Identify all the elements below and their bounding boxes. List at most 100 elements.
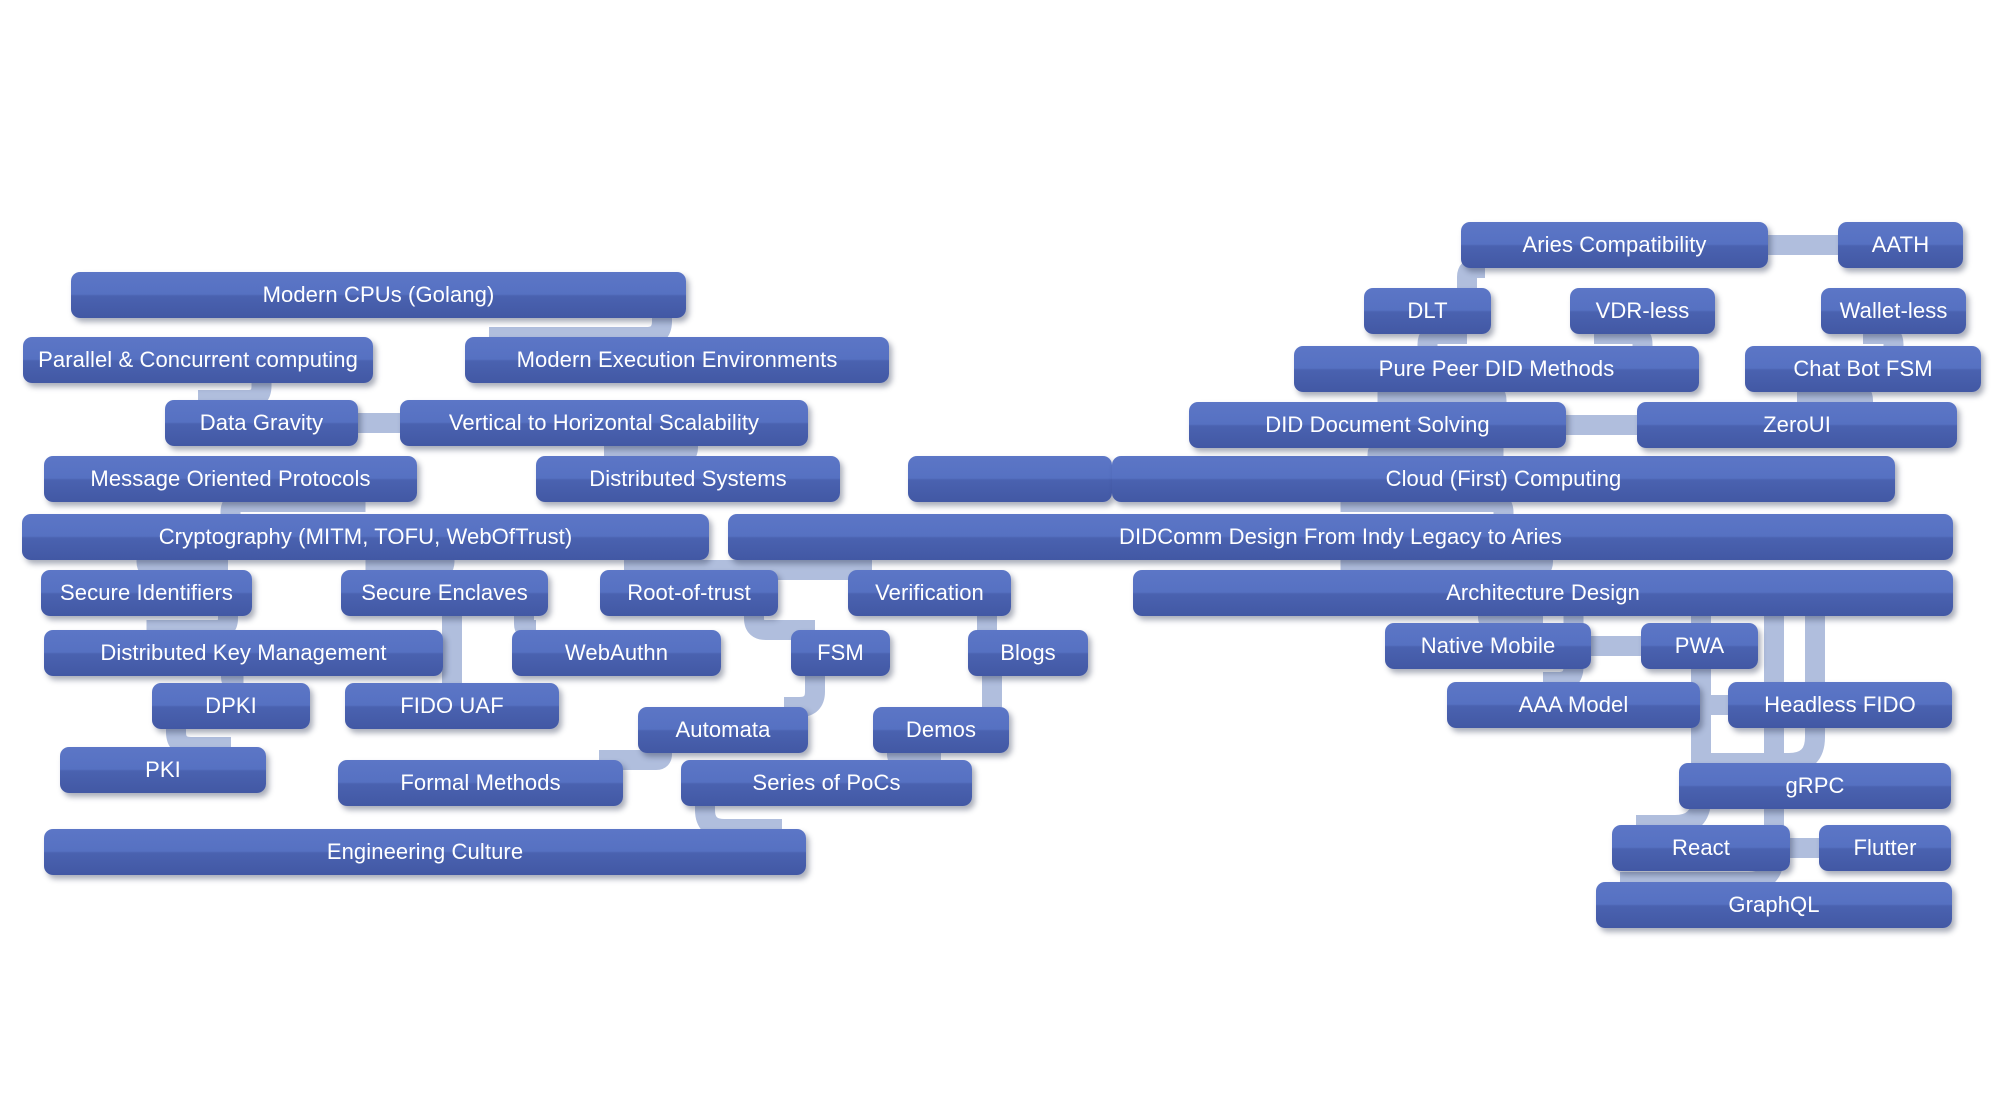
connector bbox=[489, 311, 672, 347]
node-formal-methods[interactable]: Formal Methods bbox=[338, 760, 623, 806]
node-native-mobile[interactable]: Native Mobile bbox=[1385, 623, 1591, 669]
node-label: WebAuthn bbox=[564, 639, 669, 665]
connector bbox=[166, 722, 231, 757]
connector bbox=[365, 551, 455, 580]
node-label: Distributed Systems bbox=[589, 465, 787, 491]
node-didcomm[interactable]: DIDComm Design From Indy Legacy to Aries bbox=[728, 514, 1953, 560]
node-label: Chat Bot FSM bbox=[1793, 355, 1933, 381]
node-label: GraphQL bbox=[1728, 891, 1820, 917]
node-data-gravity[interactable]: Data Gravity bbox=[165, 400, 358, 446]
node-label: FSM bbox=[817, 639, 864, 665]
node-label: DID Document Solving bbox=[1265, 411, 1490, 437]
node-label: Aries Compatibility bbox=[1522, 231, 1707, 257]
node-aaa-model[interactable]: AAA Model bbox=[1447, 682, 1700, 728]
node-label: Verification bbox=[875, 579, 984, 605]
node-flutter[interactable]: Flutter bbox=[1819, 825, 1951, 871]
node-aath[interactable]: AATH bbox=[1838, 222, 1963, 268]
node-label: DIDComm Design From Indy Legacy to Aries bbox=[1119, 523, 1562, 549]
node-label: Headless FIDO bbox=[1764, 691, 1916, 717]
node-label: Architecture Design bbox=[1446, 579, 1640, 605]
node-cloud-first[interactable]: Cloud (First) Computing bbox=[1112, 456, 1895, 502]
node-label: React bbox=[1672, 834, 1730, 860]
node-label: Demos bbox=[905, 716, 977, 742]
node-dkm[interactable]: Distributed Key Management bbox=[44, 630, 443, 676]
node-pki[interactable]: PKI bbox=[60, 747, 266, 793]
node-label: ZeroUI bbox=[1763, 411, 1831, 437]
connector bbox=[220, 492, 366, 522]
node-label: Series of PoCs bbox=[752, 769, 901, 795]
node-label: Modern CPUs (Golang) bbox=[262, 281, 495, 307]
node-message-oriented[interactable]: Message Oriented Protocols bbox=[44, 456, 417, 502]
node-headless-fido[interactable]: Headless FIDO bbox=[1728, 682, 1952, 728]
node-label: Root-of-trust bbox=[627, 579, 751, 605]
node-cryptography[interactable]: Cryptography (MITM, TOFU, WebOfTrust) bbox=[22, 514, 709, 560]
node-demos[interactable]: Demos bbox=[873, 707, 1009, 753]
node-graphql[interactable]: GraphQL bbox=[1596, 882, 1952, 928]
node-engineering-culture[interactable]: Engineering Culture bbox=[44, 829, 806, 875]
node-label: Formal Methods bbox=[400, 769, 561, 795]
node-label: Wallet-less bbox=[1839, 297, 1948, 323]
node-modern-exec[interactable]: Modern Execution Environments bbox=[465, 337, 889, 383]
node-react[interactable]: React bbox=[1612, 825, 1790, 871]
node-aries-compat[interactable]: Aries Compatibility bbox=[1461, 222, 1768, 268]
node-series-pocs[interactable]: Series of PoCs bbox=[681, 760, 972, 806]
connector bbox=[1340, 551, 1553, 580]
node-pwa[interactable]: PWA bbox=[1641, 623, 1758, 669]
node-distributed-systems[interactable]: Distributed Systems bbox=[536, 456, 840, 502]
connector bbox=[1478, 607, 1543, 633]
node-verification[interactable]: Verification bbox=[848, 570, 1011, 616]
node-label: Automata bbox=[675, 716, 771, 742]
connector bbox=[624, 551, 695, 580]
node-modern-cpus[interactable]: Modern CPUs (Golang) bbox=[71, 272, 686, 318]
connector bbox=[514, 614, 540, 640]
node-label: Native Mobile bbox=[1420, 632, 1556, 658]
node-label: FIDO UAF bbox=[400, 692, 504, 718]
node-blank-1[interactable] bbox=[908, 456, 1112, 502]
node-label: DLT bbox=[1407, 297, 1448, 323]
node-did-doc-solving[interactable]: DID Document Solving bbox=[1189, 402, 1566, 448]
node-label: Secure Enclaves bbox=[361, 579, 528, 605]
node-label: Parallel & Concurrent computing bbox=[38, 346, 358, 372]
node-dlt[interactable]: DLT bbox=[1364, 288, 1491, 334]
node-dpki[interactable]: DPKI bbox=[152, 683, 310, 729]
node-webauthn[interactable]: WebAuthn bbox=[512, 630, 721, 676]
node-secure-enclaves[interactable]: Secure Enclaves bbox=[341, 570, 548, 616]
connector bbox=[604, 437, 698, 466]
node-architecture[interactable]: Architecture Design bbox=[1133, 570, 1953, 616]
node-label: Modern Execution Environments bbox=[516, 346, 838, 372]
node-wallet-less[interactable]: Wallet-less bbox=[1821, 288, 1966, 334]
connector bbox=[1417, 324, 1467, 354]
connector bbox=[675, 551, 872, 580]
node-vert-horiz[interactable]: Vertical to Horizontal Scalability bbox=[400, 400, 808, 446]
node-label: VDR-less bbox=[1595, 297, 1690, 323]
node-label: Blogs bbox=[1000, 639, 1056, 665]
connector bbox=[1340, 492, 1514, 522]
connector bbox=[1377, 382, 1507, 411]
node-label: AAA Model bbox=[1518, 691, 1629, 717]
node-pure-peer-did[interactable]: Pure Peer DID Methods bbox=[1294, 346, 1699, 392]
node-chat-bot-fsm[interactable]: Chat Bot FSM bbox=[1745, 346, 1981, 392]
node-blogs[interactable]: Blogs bbox=[968, 630, 1088, 676]
node-label: DPKI bbox=[205, 692, 257, 718]
node-vdr-less[interactable]: VDR-less bbox=[1570, 288, 1715, 334]
connector bbox=[221, 667, 247, 693]
node-zeroui[interactable]: ZeroUI bbox=[1637, 402, 1957, 448]
connector bbox=[887, 744, 941, 770]
connector bbox=[1367, 438, 1504, 465]
node-label: Cloud (First) Computing bbox=[1385, 465, 1622, 491]
node-label: Flutter bbox=[1853, 834, 1917, 860]
node-fsm[interactable]: FSM bbox=[791, 630, 890, 676]
node-parallel[interactable]: Parallel & Concurrent computing bbox=[23, 337, 373, 383]
node-label: gRPC bbox=[1785, 772, 1845, 798]
node-label: Secure Identifiers bbox=[60, 579, 233, 605]
node-root-of-trust[interactable]: Root-of-trust bbox=[600, 570, 778, 616]
connector bbox=[695, 799, 782, 839]
node-secure-identifiers[interactable]: Secure Identifiers bbox=[41, 570, 252, 616]
node-label: Cryptography (MITM, TOFU, WebOfTrust) bbox=[158, 523, 573, 549]
node-label: Vertical to Horizontal Scalability bbox=[448, 409, 760, 435]
node-fido-uaf[interactable]: FIDO UAF bbox=[345, 683, 559, 729]
node-automata[interactable]: Automata bbox=[638, 707, 808, 753]
node-label: Engineering Culture bbox=[326, 838, 524, 864]
node-label: Distributed Key Management bbox=[100, 639, 387, 665]
node-grpc[interactable]: gRPC bbox=[1679, 763, 1951, 809]
